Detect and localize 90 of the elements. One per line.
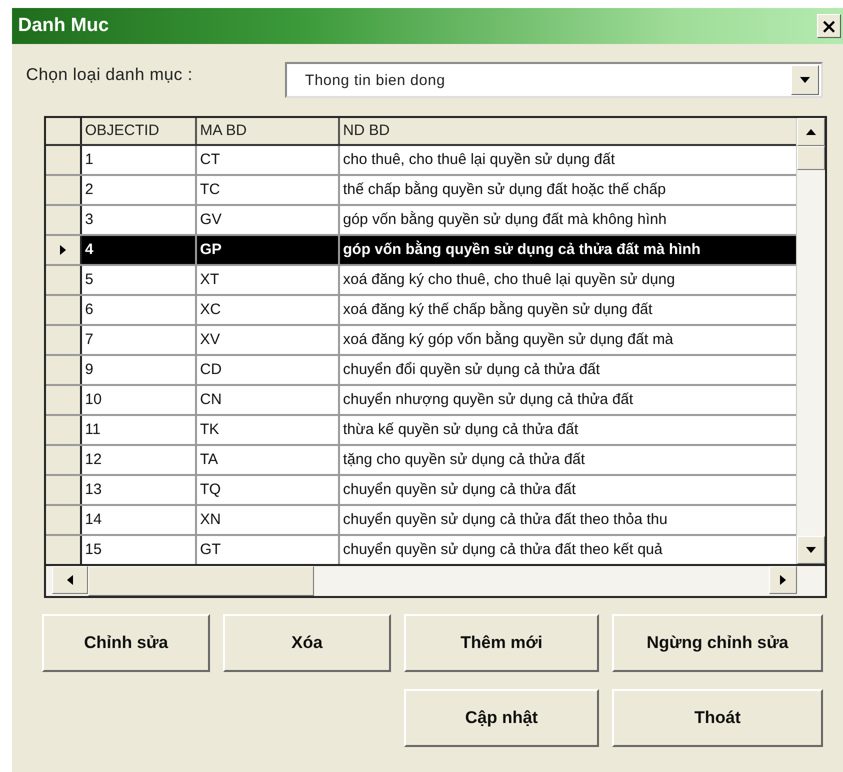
row-selector[interactable]: [46, 506, 82, 534]
dropdown-value: Thong tin bien dong: [304, 72, 446, 88]
action-button[interactable]: Xóa: [223, 614, 391, 672]
table-row[interactable]: 9 CD chuyển đổi quyền sử dụng cả thửa đất: [46, 356, 796, 386]
row-selector[interactable]: [46, 386, 82, 414]
table-row[interactable]: 1 CT cho thuê, cho thuê lại quyền sử dụng đất: [46, 146, 796, 176]
table-row[interactable]: 11 TK thừa kế quyền sử dụng cả thửa đất: [46, 416, 796, 446]
table-cell: XC: [197, 296, 340, 324]
scroll-left-button[interactable]: [52, 566, 88, 594]
table-cell-text: chuyển đổi quyền sử dụng cả thửa đất: [342, 360, 601, 380]
dropdown-arrow-button[interactable]: [791, 65, 819, 95]
table-cell: 12: [82, 446, 197, 474]
table-row[interactable]: 7 XV xoá đăng ký góp vốn bằng quyền sử dụng đất mà: [46, 326, 796, 356]
action-button[interactable]: Cập nhật: [404, 689, 599, 747]
row-selector[interactable]: [46, 296, 82, 324]
table-cell: GV: [197, 206, 340, 234]
table-cell: 3: [82, 206, 197, 234]
row-selector[interactable]: [46, 326, 82, 354]
scroll-right-button[interactable]: [769, 566, 797, 594]
table-row[interactable]: 6 XC xoá đăng ký thế chấp bằng quyền sử dụng đất: [46, 296, 796, 326]
table-cell: CT: [197, 146, 340, 174]
table-cell-text: xoá đăng ký thế chấp bằng quyền sử dụng đất: [342, 300, 654, 320]
scroll-thumb[interactable]: [797, 146, 825, 170]
table-row[interactable]: 5 XT xoá đăng ký cho thuê, cho thuê lại quyền sử dụng: [46, 266, 796, 296]
row-selector[interactable]: [46, 536, 82, 564]
table-cell-text: xoá đăng ký góp vốn bằng quyền sử dụng đất mà: [342, 330, 674, 350]
table-cell: TC: [197, 176, 340, 204]
table-cell: 1: [82, 146, 197, 174]
table-cell: XN: [197, 506, 340, 534]
table-cell-text: chuyển quyền sử dụng cả thửa đất: [342, 480, 577, 500]
column-header[interactable]: ND BD: [340, 118, 796, 144]
row-selector[interactable]: [46, 146, 82, 174]
action-button[interactable]: Chỉnh sửa: [42, 614, 210, 672]
row-selector[interactable]: [46, 176, 82, 204]
table-cell: 2: [82, 176, 197, 204]
row-selector[interactable]: [46, 236, 82, 264]
table-cell-text: tặng cho quyền sử dụng cả thửa đất: [342, 450, 586, 470]
table-cell-text: chuyển nhượng quyền sử dụng cả thửa đất: [342, 390, 634, 410]
action-button[interactable]: Thêm mới: [404, 614, 599, 672]
horizontal-scrollbar[interactable]: [46, 564, 825, 596]
table-cell: 14: [82, 506, 197, 534]
table-cell: 6: [82, 296, 197, 324]
category-label: Chọn loại danh mục :: [26, 65, 194, 85]
table-row[interactable]: 14 XN chuyển quyền sử dụng cả thửa đất theo thỏa thu: [46, 506, 796, 536]
table-cell: TA: [197, 446, 340, 474]
scroll-up-button[interactable]: [797, 118, 825, 146]
table-cell-text: thừa kế quyền sử dụng cả thửa đất: [342, 420, 580, 440]
table-cell-text: thế chấp bằng quyền sử dụng đất hoặc thế chấp: [342, 180, 667, 200]
row-selector[interactable]: [46, 476, 82, 504]
column-header[interactable]: OBJECTID: [82, 118, 197, 144]
table-cell: 5: [82, 266, 197, 294]
table-cell-text: chuyển quyền sử dụng cả thửa đất theo kết quả: [342, 540, 664, 560]
table-cell-text: góp vốn bằng quyền sử dụng cả thửa đất mà hình: [342, 240, 702, 260]
table-cell-text: cho thuê, cho thuê lại quyền sử dụng đất: [342, 150, 616, 170]
table-cell-text: chuyển quyền sử dụng cả thửa đất theo thỏa thu: [342, 510, 668, 530]
window-title: Danh Muc: [18, 15, 109, 37]
table-cell-text: góp vốn bằng quyền sử dụng đất mà không hình: [342, 210, 668, 230]
table-cell: XT: [197, 266, 340, 294]
row-selector[interactable]: [46, 356, 82, 384]
table-row[interactable]: 3 GV góp vốn bằng quyền sử dụng đất mà không hình: [46, 206, 796, 236]
table-cell: 9: [82, 356, 197, 384]
vertical-scrollbar[interactable]: [796, 118, 825, 564]
scroll-thumb[interactable]: [88, 566, 314, 596]
action-button[interactable]: Thoát: [612, 689, 823, 747]
close-button[interactable]: ×: [817, 14, 841, 38]
table-row[interactable]: 13 TQ chuyển quyền sử dụng cả thửa đất: [46, 476, 796, 506]
table-cell: GP: [197, 236, 340, 264]
table-cell: 7: [82, 326, 197, 354]
table-row[interactable]: 2 TC thế chấp bằng quyền sử dụng đất hoặc thế chấp: [46, 176, 796, 206]
action-button[interactable]: Ngừng chỉnh sửa: [612, 614, 823, 672]
table-row[interactable]: 10 CN chuyển nhượng quyền sử dụng cả thửa đất: [46, 386, 796, 416]
table-row[interactable]: 4 GP góp vốn bằng quyền sử dụng cả thửa đất mà hình: [46, 236, 796, 266]
row-selector[interactable]: [46, 206, 82, 234]
row-selector[interactable]: [46, 446, 82, 474]
table-cell: TQ: [197, 476, 340, 504]
category-dropdown[interactable]: Thong tin bien dong: [285, 62, 823, 98]
table-cell-text: xoá đăng ký cho thuê, cho thuê lại quyền sử dụng: [342, 270, 676, 290]
table-cell: 11: [82, 416, 197, 444]
table-cell: 4: [82, 236, 197, 264]
table-row[interactable]: 12 TA tặng cho quyền sử dụng cả thửa đất: [46, 446, 796, 476]
table-cell: XV: [197, 326, 340, 354]
row-selector[interactable]: [46, 266, 82, 294]
table-cell: CD: [197, 356, 340, 384]
table-cell: CN: [197, 386, 340, 414]
table-cell: 13: [82, 476, 197, 504]
table-cell: TK: [197, 416, 340, 444]
column-header[interactable]: MA BD: [197, 118, 340, 144]
row-selector[interactable]: [46, 416, 82, 444]
scroll-down-button[interactable]: [797, 536, 825, 564]
table-cell: 10: [82, 386, 197, 414]
